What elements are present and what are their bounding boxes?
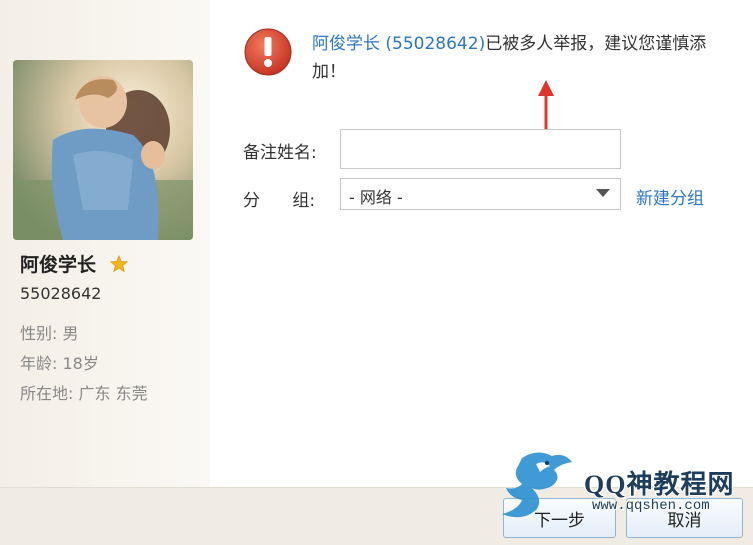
contact-gender: 性别: 男 [20,324,79,343]
star-icon [110,254,129,272]
nickname-row: 阿俊学长 [20,250,129,277]
contact-age: 年龄: 18岁 [20,354,99,373]
dropdown-caret-icon[interactable] [596,189,610,197]
group-label: 分 组: [243,191,316,211]
new-group-link[interactable]: 新建分组 [636,184,704,209]
group-selected-value: - 网络 - [349,188,403,207]
report-warning-message: 阿俊学长 (55028642)已被多人举报，建议您谨慎添加！ [312,30,732,86]
warning-number-link[interactable]: (55028642) [385,34,485,54]
group-select[interactable]: - 网络 - [340,178,621,210]
warning-name-link[interactable]: 阿俊学长 [312,34,380,54]
cancel-button[interactable]: 取消 [626,498,743,538]
contact-avatar [13,60,193,240]
avatar-photo [13,60,193,240]
contact-nickname: 阿俊学长 [20,254,97,276]
remark-name-input[interactable] [340,129,621,169]
warning-icon [244,28,292,76]
contact-profile-panel: 阿俊学长 55028642 性别: 男 年龄: 18岁 所在地: 广东 东莞 [0,0,210,545]
next-step-button[interactable]: 下一步 [503,498,616,538]
contact-qq-number: 55028642 [20,284,102,303]
contact-location: 所在地: 广东 东莞 [20,384,148,403]
remark-name-label: 备注姓名: [243,143,317,163]
